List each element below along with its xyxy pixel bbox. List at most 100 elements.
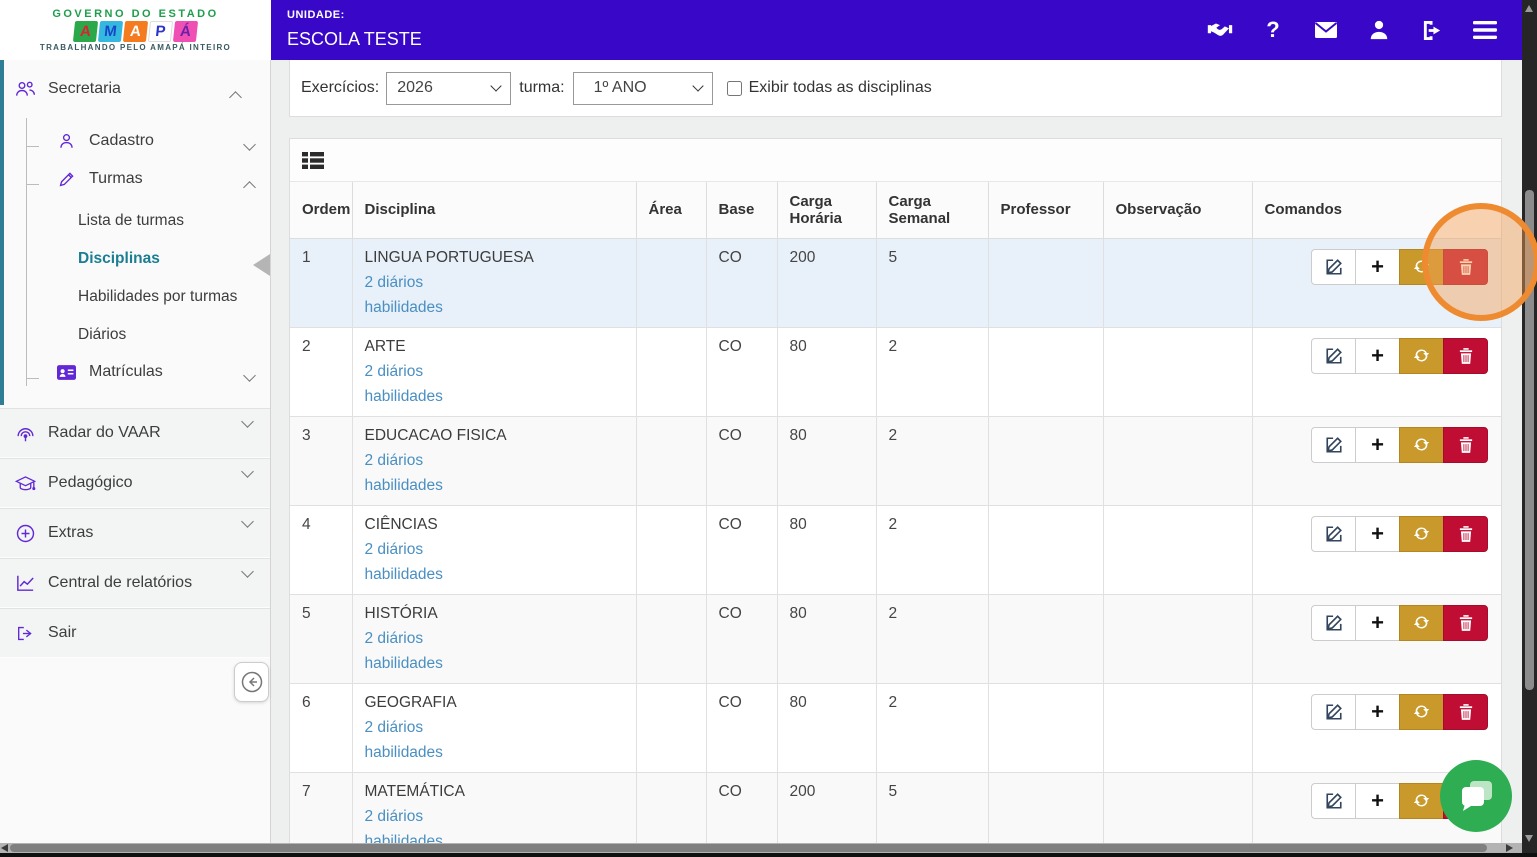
col-header-base: Base: [705, 182, 778, 239]
chevron-up-icon: [229, 91, 242, 104]
scroll-up-arrow[interactable]: [1525, 5, 1533, 12]
sidebar-item-disciplinas[interactable]: Disciplinas: [78, 250, 263, 268]
carga-semanal-cell: 2: [875, 415, 989, 506]
base-cell: CO: [705, 415, 778, 506]
delete-button[interactable]: [1443, 604, 1488, 641]
edit-button[interactable]: [1311, 426, 1356, 463]
ordem-cell: 4: [290, 504, 353, 595]
sidebar-item-label: Matrículas: [89, 363, 163, 380]
exercicios-select[interactable]: 2026: [386, 71, 512, 105]
chat-widget-button[interactable]: [1440, 760, 1512, 832]
comandos-cell: +: [1251, 682, 1501, 773]
refresh-button[interactable]: [1399, 515, 1444, 552]
edit-button[interactable]: [1311, 515, 1356, 552]
diarios-link[interactable]: 2 diários: [365, 541, 624, 559]
edit-button[interactable]: [1311, 248, 1356, 285]
refresh-button[interactable]: [1399, 604, 1444, 641]
delete-button[interactable]: [1443, 515, 1488, 552]
professor-cell: [987, 326, 1104, 417]
add-button[interactable]: +: [1355, 426, 1400, 463]
sidebar-item-sair[interactable]: Sair: [0, 608, 270, 658]
handshake-icon[interactable]: [1207, 18, 1233, 42]
diarios-link[interactable]: 2 diários: [365, 452, 624, 470]
help-icon[interactable]: ?: [1260, 17, 1286, 42]
habilidades-link[interactable]: habilidades: [365, 388, 624, 406]
delete-button[interactable]: [1443, 693, 1488, 730]
sidebar-item-turmas[interactable]: Turmas: [55, 170, 258, 194]
sidebar-item-lista-de-turmas[interactable]: Lista de turmas: [78, 212, 263, 230]
scroll-left-arrow[interactable]: [1, 844, 8, 852]
sidebar-item-secretaria[interactable]: Secretaria: [14, 80, 258, 104]
habilidades-link[interactable]: habilidades: [365, 566, 624, 584]
sidebar-item-diarios[interactable]: Diários: [78, 326, 263, 344]
add-button[interactable]: +: [1355, 515, 1400, 552]
scroll-down-arrow[interactable]: [1525, 835, 1533, 842]
exibir-todas-label: Exibir todas as disciplinas: [748, 79, 932, 96]
edit-button[interactable]: [1311, 604, 1356, 641]
habilidades-link[interactable]: habilidades: [365, 299, 624, 317]
sidebar-collapse-button[interactable]: [234, 662, 269, 702]
mail-icon[interactable]: [1313, 18, 1339, 42]
diarios-link[interactable]: 2 diários: [365, 363, 624, 381]
refresh-button[interactable]: [1399, 693, 1444, 730]
horizontal-scrollbar[interactable]: [0, 843, 1522, 853]
delete-button[interactable]: [1443, 337, 1488, 374]
diarios-link[interactable]: 2 diários: [365, 274, 624, 292]
professor-cell: [987, 504, 1104, 595]
diarios-link[interactable]: 2 diários: [365, 808, 624, 826]
sidebar-item-habilidades-por-turmas[interactable]: Habilidades por turmas: [78, 288, 263, 306]
vertical-scrollbar[interactable]: [1522, 0, 1537, 857]
disciplina-cell: CIÊNCIAS 2 diários habilidades: [351, 504, 637, 595]
ordem-cell: 6: [290, 682, 353, 773]
area-cell: [635, 415, 707, 506]
sidebar-item-label: Cadastro: [89, 132, 154, 149]
table-header-row: Ordem Disciplina Área Base Carga Horária…: [290, 182, 1501, 239]
edit-button[interactable]: [1311, 693, 1356, 730]
sidebar-item-pedagogico[interactable]: Pedagógico: [0, 458, 270, 508]
sidebar-item-cadastro[interactable]: Cadastro: [55, 132, 258, 151]
add-button[interactable]: +: [1355, 782, 1400, 819]
area-cell: [635, 237, 707, 328]
professor-cell: [987, 237, 1104, 328]
sidebar-item-radar-do-vaar[interactable]: Radar do VAAR: [0, 408, 270, 458]
logout-icon[interactable]: [1419, 18, 1445, 42]
chevron-up-icon: [243, 181, 256, 194]
sidebar-item-matriculas[interactable]: Matrículas: [55, 363, 258, 382]
app-logo: GOVERNO DO ESTADO A M A P Á TRABALHANDO …: [0, 0, 271, 60]
logo-tagline: TRABALHANDO PELO AMAPÁ INTEIRO: [39, 43, 232, 52]
add-button[interactable]: +: [1355, 693, 1400, 730]
carga-semanal-cell: 2: [875, 593, 989, 684]
scroll-right-arrow[interactable]: [1506, 844, 1513, 852]
user-icon[interactable]: [1366, 18, 1392, 42]
habilidades-link[interactable]: habilidades: [365, 655, 624, 673]
carga-horaria-cell: 80: [776, 326, 877, 417]
refresh-button[interactable]: [1399, 782, 1444, 819]
edit-button[interactable]: [1311, 782, 1356, 819]
menu-icon[interactable]: [1472, 18, 1498, 42]
exibir-todas-checkbox[interactable]: [726, 80, 742, 96]
horizontal-scrollbar-thumb[interactable]: [10, 844, 1487, 852]
refresh-button[interactable]: [1399, 337, 1444, 374]
sidebar-item-central-de-relatorios[interactable]: Central de relatórios: [0, 558, 270, 608]
chevron-down-icon: [243, 369, 256, 382]
add-button[interactable]: +: [1355, 248, 1400, 285]
chevron-down-icon: [241, 465, 254, 478]
habilidades-link[interactable]: habilidades: [365, 477, 624, 495]
habilidades-link[interactable]: habilidades: [365, 744, 624, 762]
edit-button[interactable]: [1311, 337, 1356, 374]
diarios-link[interactable]: 2 diários: [365, 719, 624, 737]
active-item-marker: [253, 254, 270, 276]
sidebar-item-extras[interactable]: Extras: [0, 508, 270, 558]
base-cell: CO: [705, 237, 778, 328]
add-button[interactable]: +: [1355, 604, 1400, 641]
add-button[interactable]: +: [1355, 337, 1400, 374]
diarios-link[interactable]: 2 diários: [365, 630, 624, 648]
topbar: UNIDADE: ESCOLA TESTE ?: [271, 0, 1522, 60]
chevron-down-icon: [241, 515, 254, 528]
observacao-cell: [1102, 326, 1253, 417]
discipline-name: CIÊNCIAS: [364, 515, 438, 533]
users-icon: [14, 80, 36, 98]
delete-button[interactable]: [1443, 426, 1488, 463]
turma-select[interactable]: 1º ANO: [572, 71, 713, 105]
refresh-button[interactable]: [1399, 426, 1444, 463]
